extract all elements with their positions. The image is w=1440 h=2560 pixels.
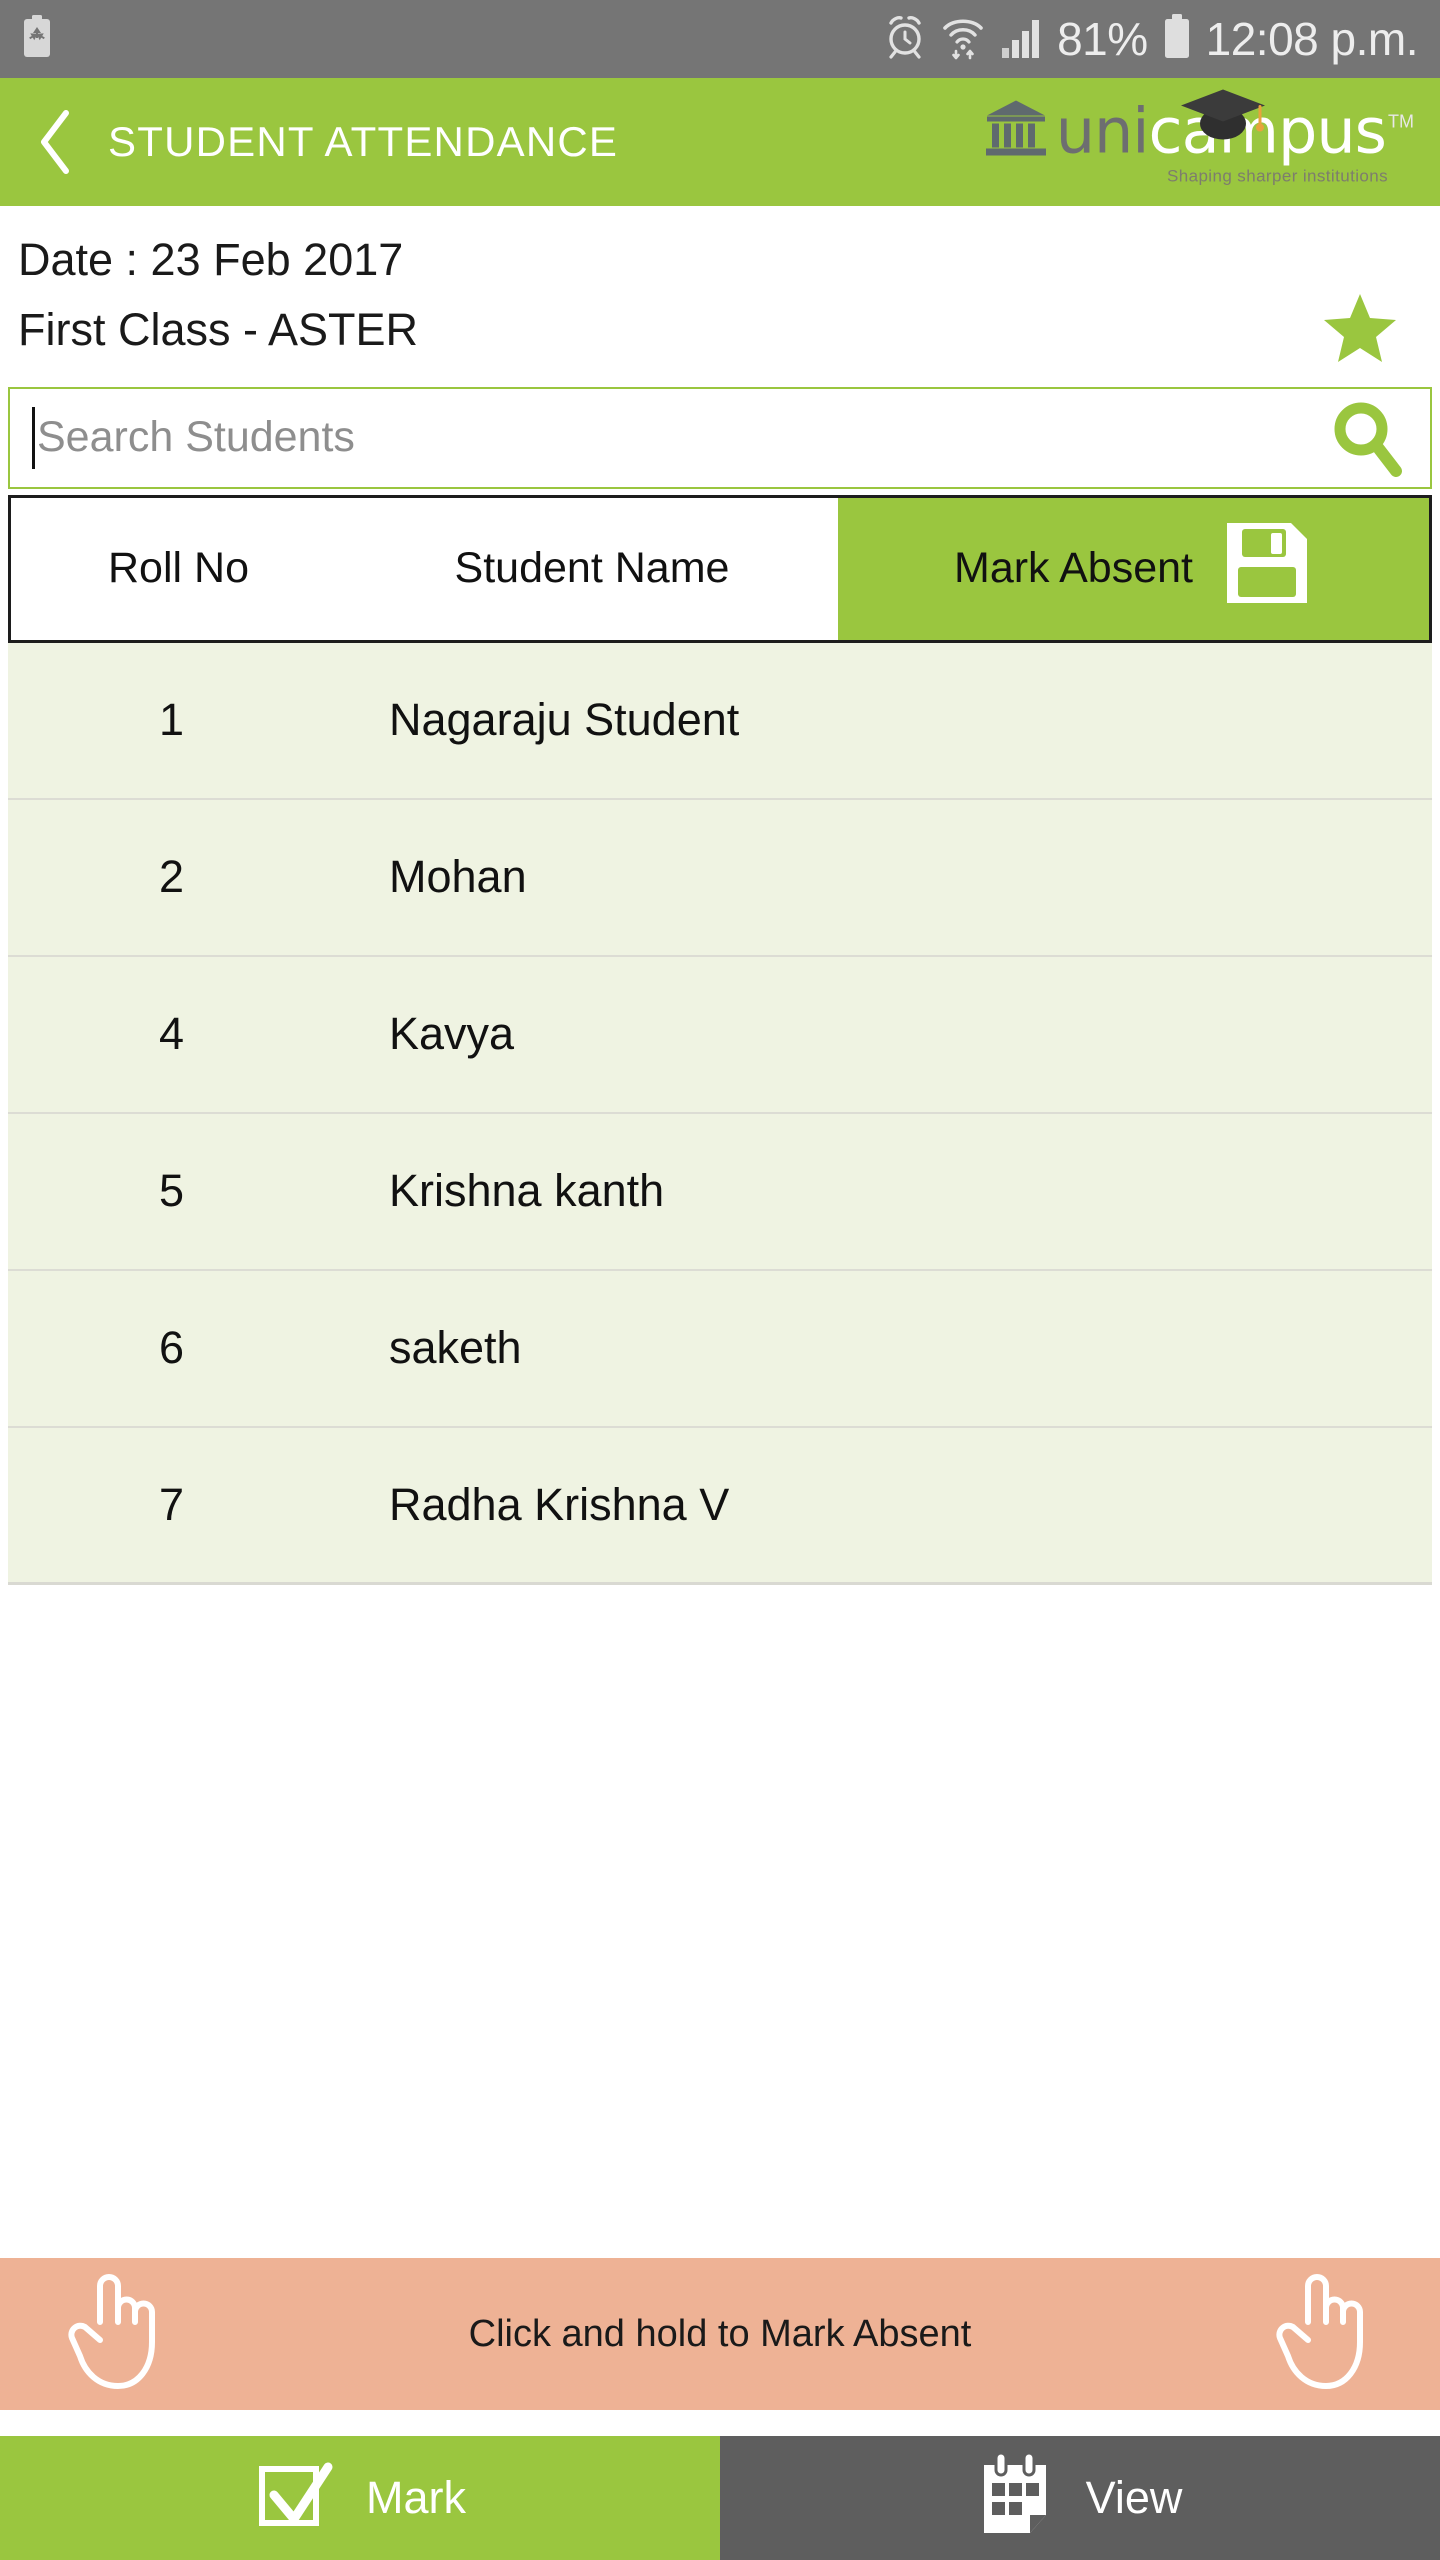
checkbox-check-icon [254, 2455, 336, 2542]
cell-roll-no: 2 [158, 851, 185, 902]
table-row[interactable]: 7 Radha Krishna V [8, 1427, 1432, 1585]
logo-main: uni cam pus TM [984, 89, 1414, 168]
battery-percent-label: 81% [1057, 13, 1148, 65]
pointing-hand-icon [62, 2270, 170, 2399]
logo-text-uni: uni [1055, 94, 1150, 168]
cell-roll-no: 5 [158, 1165, 185, 1216]
star-icon[interactable] [1322, 292, 1398, 369]
cell-student-name: Mohan [389, 851, 527, 902]
calendar-icon [978, 2451, 1056, 2544]
cell-roll-no: 6 [158, 1322, 185, 1373]
back-chevron-icon[interactable] [26, 106, 86, 178]
search-bar[interactable] [8, 386, 1432, 489]
logo-text-pus: pus [1278, 94, 1387, 168]
clock-label: 12:08 p.m. [1205, 13, 1419, 65]
logo-tagline: Shaping sharper institutions [1167, 166, 1388, 186]
cellular-signal-icon [999, 14, 1043, 65]
table-row[interactable]: 2 Mohan [8, 799, 1432, 957]
table-row[interactable]: 4 Kavya [8, 956, 1432, 1114]
cell-student-name: Nagaraju Student [389, 694, 740, 745]
bank-building-icon [984, 98, 1056, 165]
table-header-row: Roll No Student Name Mark Absent [8, 494, 1432, 643]
hint-bottom-gap [0, 2410, 1440, 2436]
date-label: Date : 23 Feb 2017 [18, 234, 404, 285]
column-header-mark-absent: Mark Absent [954, 544, 1193, 592]
logo-trademark: TM [1388, 111, 1414, 132]
cell-student-name: Kavya [389, 1008, 515, 1059]
cell-roll-no: 7 [158, 1478, 185, 1530]
bottom-navigation: Mark View [0, 2436, 1440, 2560]
class-label: First Class - ASTER [18, 304, 419, 356]
hint-text: Click and hold to Mark Absent [468, 2312, 972, 2355]
table-row[interactable]: 6 saketh [8, 1270, 1432, 1428]
class-info-block: Date : 23 Feb 2017 First Class - ASTER [0, 206, 1440, 365]
mark-absent-save-button[interactable]: Mark Absent [838, 497, 1429, 640]
search-icon[interactable] [1320, 399, 1412, 477]
column-header-roll-no: Roll No [108, 544, 249, 592]
empty-list-area [0, 1584, 1440, 2258]
student-list: 1 Nagaraju Student 2 Mohan 4 Kavya 5 Kri… [0, 642, 1440, 1585]
alarm-clock-icon [883, 14, 927, 65]
app-bar: STUDENT ATTENDANCE uni cam pus [0, 78, 1440, 206]
column-header-student-name: Student Name [454, 544, 730, 592]
cell-student-name: Krishna kanth [389, 1165, 665, 1216]
cell-roll-no: 1 [158, 694, 185, 745]
wifi-icon [941, 14, 985, 65]
battery-icon [1162, 13, 1192, 65]
tab-view[interactable]: View [720, 2436, 1440, 2560]
status-bar: 81% 12:08 p.m. [0, 0, 1440, 78]
unicampus-logo: uni cam pus TM Shaping sharper instituti… [984, 89, 1414, 187]
search-input[interactable] [35, 413, 1320, 462]
page-title: STUDENT ATTENDANCE [108, 118, 619, 165]
battery-recycle-icon [22, 14, 52, 64]
cell-student-name: Radha Krishna V [389, 1478, 730, 1530]
app-root: 81% 12:08 p.m. STUDENT ATTENDANCE uni pu… [0, 0, 1440, 2560]
table-row[interactable]: 1 Nagaraju Student [8, 642, 1432, 800]
table-row[interactable]: 5 Krishna kanth [8, 1113, 1432, 1271]
tab-mark[interactable]: Mark [0, 2436, 720, 2560]
pointing-hand-icon [1270, 2270, 1378, 2399]
status-bar-left [22, 14, 52, 64]
status-bar-right: 81% 12:08 p.m. [883, 13, 1419, 65]
cell-roll-no: 4 [158, 1008, 185, 1059]
tab-view-label: View [1085, 2472, 1183, 2523]
cell-student-name: saketh [389, 1322, 522, 1373]
graduation-cap-icon [1176, 88, 1270, 151]
tab-mark-label: Mark [366, 2472, 466, 2523]
mark-absent-hint-bar: Click and hold to Mark Absent [0, 2258, 1440, 2410]
save-floppy-icon[interactable] [1221, 517, 1313, 620]
